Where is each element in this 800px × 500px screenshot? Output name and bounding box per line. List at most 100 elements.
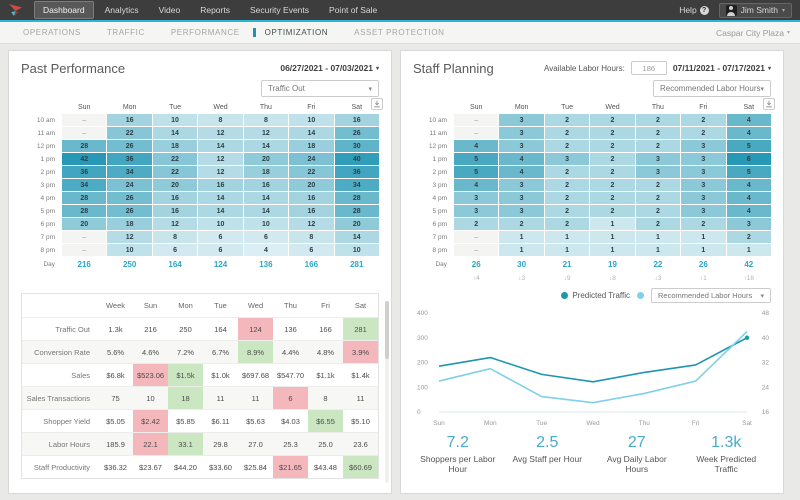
- user-menu[interactable]: Jim Smith ▾: [719, 3, 792, 18]
- heatmap-cell: 28: [62, 192, 106, 204]
- heatmap-cell: 26: [107, 205, 151, 217]
- heatmap-day-header: Fri: [289, 102, 333, 113]
- table-cell: $547.70: [273, 363, 308, 386]
- legend-series-select-value: Recommended Labor Hours: [658, 291, 752, 300]
- table-cell: $25.84: [238, 455, 273, 478]
- heatmap-cell: 3: [454, 192, 498, 204]
- download-button[interactable]: [371, 98, 383, 110]
- heatmap-cell: 14: [153, 127, 197, 139]
- download-button[interactable]: [763, 98, 775, 110]
- metric-select[interactable]: Traffic Out ▾: [261, 80, 379, 97]
- day-delta: ↑18: [727, 273, 771, 283]
- table-cell: 124: [238, 317, 273, 340]
- heatmap-cell: 26: [107, 192, 151, 204]
- heatmap-cell: 1: [590, 231, 634, 243]
- heatmap-hour-label: 3 pm: [413, 179, 453, 191]
- heatmap-day-header: Tue: [545, 102, 589, 113]
- topnav-item-security-events[interactable]: Security Events: [241, 1, 318, 19]
- day-total: 22: [636, 257, 680, 272]
- table-cell: 6.7%: [203, 340, 238, 363]
- day-total: 124: [198, 257, 242, 272]
- past-performance-panel: Past Performance 06/27/2021 - 07/03/2021…: [8, 50, 392, 494]
- heatmap-cell: 2: [590, 166, 634, 178]
- table-row-label: Labor Hours: [22, 432, 98, 455]
- heatmap-cell: 18: [244, 166, 288, 178]
- date-range-picker[interactable]: 06/27/2021 - 07/03/2021 ▾: [280, 63, 379, 73]
- subnav-item-asset-protection[interactable]: ASSET PROTECTION: [341, 28, 457, 37]
- subnav-item-performance[interactable]: PERFORMANCE: [158, 28, 253, 37]
- table-cell: $23.67: [133, 455, 168, 478]
- table-cell: 5.6%: [98, 340, 133, 363]
- heatmap-cell: 16: [335, 114, 379, 126]
- heatmap-cell: 2: [545, 166, 589, 178]
- table-cell: 185.9: [98, 432, 133, 455]
- day-row-label: Day: [21, 257, 61, 272]
- staff-planning-panel: Staff Planning Available Labor Hours: 07…: [400, 50, 784, 494]
- past-performance-heatmap: SunMonTueWedThuFriSat10 am–161088101611 …: [21, 102, 379, 272]
- table-cell: $6.11: [203, 409, 238, 432]
- day-delta: ↓3: [636, 273, 680, 283]
- heatmap-cell: 28: [335, 205, 379, 217]
- topnav-item-video[interactable]: Video: [150, 1, 190, 19]
- heatmap-cell: 8: [244, 114, 288, 126]
- heatmap-cell: 8: [153, 231, 197, 243]
- metric-select[interactable]: Recommended Labor Hours ▾: [653, 80, 771, 97]
- topnav-item-analytics[interactable]: Analytics: [96, 1, 148, 19]
- available-labor-hours-input[interactable]: [631, 61, 667, 75]
- subnav-item-optimization[interactable]: OPTIMIZATION: [253, 28, 342, 37]
- heatmap-cell: 5: [727, 166, 771, 178]
- table-cell: 4.6%: [133, 340, 168, 363]
- heatmap-cell: 10: [107, 244, 151, 256]
- left-axis-tick: 0: [417, 409, 421, 416]
- location-selector[interactable]: Caspar City Plaza ▾: [716, 28, 790, 38]
- heatmap-cell: 12: [244, 127, 288, 139]
- heatmap-cell: 14: [244, 140, 288, 152]
- heatmap-cell: 2: [590, 205, 634, 217]
- heatmap-cell: 40: [335, 153, 379, 165]
- table-row-label: Shopper Yield: [22, 409, 98, 432]
- subnav-item-operations[interactable]: OPERATIONS: [10, 28, 94, 37]
- legend-series-select[interactable]: Recommended Labor Hours ▾: [651, 288, 771, 303]
- heatmap-cell: 2: [454, 218, 498, 230]
- subnav-items: OPERATIONSTRAFFICPERFORMANCEOPTIMIZATION…: [10, 28, 458, 37]
- topnav-item-dashboard[interactable]: Dashboard: [34, 1, 94, 19]
- heatmap-cell: –: [454, 127, 498, 139]
- table-scrollbar[interactable]: [385, 301, 389, 483]
- subnav-item-traffic[interactable]: TRAFFIC: [94, 28, 158, 37]
- kpi-value: 7.2: [447, 433, 469, 452]
- heatmap-cell: 22: [107, 127, 151, 139]
- heatmap-cell: 3: [681, 205, 725, 217]
- x-axis-label: Wed: [586, 420, 600, 427]
- metric-select-value: Recommended Labor Hours: [660, 84, 761, 93]
- day-total: 164: [153, 257, 197, 272]
- chevron-down-icon: ▾: [368, 85, 372, 93]
- topnav-item-point-of-sale[interactable]: Point of Sale: [320, 1, 386, 19]
- day-total: 30: [499, 257, 543, 272]
- metric-select-row: Traffic Out ▾: [21, 80, 379, 97]
- heatmap-hour-label: 6 pm: [21, 218, 61, 230]
- heatmap-cell: 2: [499, 218, 543, 230]
- day-total: 42: [727, 257, 771, 272]
- heatmap-cell: 3: [681, 166, 725, 178]
- heatmap-cell: 2: [727, 231, 771, 243]
- heatmap-cell: 3: [499, 140, 543, 152]
- topnav-item-reports[interactable]: Reports: [191, 1, 239, 19]
- heatmap-cell: 6: [289, 244, 333, 256]
- heatmap-cell: 3: [681, 179, 725, 191]
- heatmap-cell: 2: [636, 114, 680, 126]
- table-cell: $44.20: [168, 455, 203, 478]
- heatmap-cell: 22: [289, 166, 333, 178]
- date-range-picker[interactable]: 07/11/2021 - 07/17/2021 ▾: [673, 63, 771, 73]
- right-axis-tick: 32: [762, 360, 770, 367]
- heatmap-cell: –: [62, 114, 106, 126]
- right-axis-tick: 24: [762, 384, 770, 391]
- table-cell: 25.0: [308, 432, 343, 455]
- scrollbar-thumb[interactable]: [385, 301, 389, 359]
- table-cell: 8: [308, 386, 343, 409]
- line-series-recommended-labor-hours: [439, 332, 747, 403]
- table-cell: $1.1k: [308, 363, 343, 386]
- kpi-row: 7.2Shoppers per Labor Hour2.5Avg Staff p…: [413, 433, 771, 475]
- heatmap-cell: 2: [545, 205, 589, 217]
- help-link[interactable]: Help ?: [679, 5, 708, 15]
- heatmap-cell: 8: [289, 231, 333, 243]
